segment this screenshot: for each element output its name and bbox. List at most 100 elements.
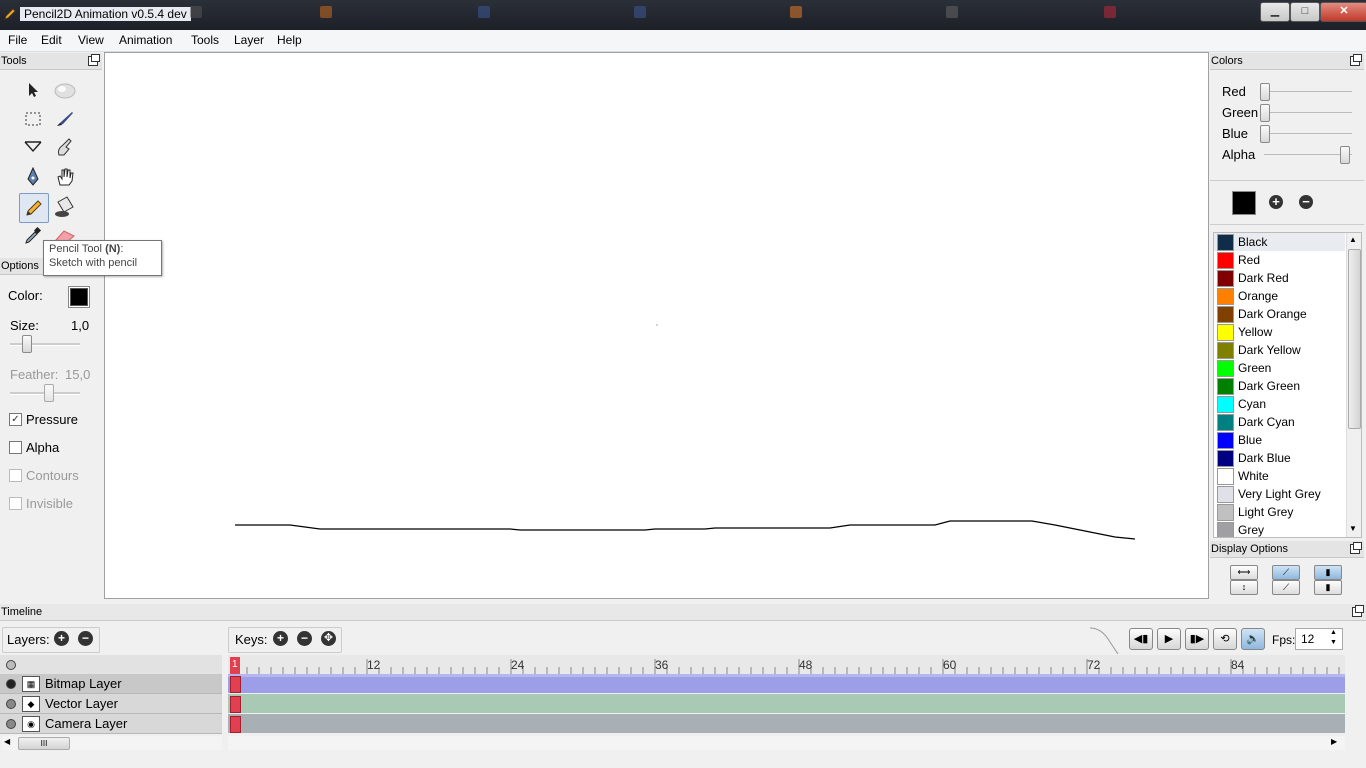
green-slider[interactable]: Green — [1222, 104, 1352, 122]
slider-track[interactable] — [1264, 133, 1352, 134]
current-color-swatch[interactable] — [1232, 191, 1256, 215]
polyline-tool-button[interactable] — [20, 134, 46, 160]
palette-item[interactable]: Black — [1214, 233, 1345, 251]
layer-row[interactable]: ◉ Camera Layer — [0, 714, 222, 734]
palette-item[interactable]: Dark Red — [1214, 269, 1345, 287]
option-alpha[interactable]: Alpha — [8, 440, 102, 456]
hand-tool-button[interactable] — [52, 164, 78, 190]
palette-item[interactable]: Cyan — [1214, 395, 1345, 413]
maximize-button[interactable]: □ — [1290, 2, 1320, 22]
scroll-up-arrow-icon[interactable]: ▲ — [1349, 235, 1357, 244]
palette-item[interactable]: Dark Cyan — [1214, 413, 1345, 431]
undock-icon[interactable] — [1350, 542, 1362, 554]
close-button[interactable]: ✕ — [1320, 2, 1366, 22]
scroll-right-arrow-icon[interactable]: ▶ — [1331, 737, 1337, 746]
layer-track[interactable] — [228, 694, 1345, 713]
checkbox-box[interactable] — [9, 441, 22, 454]
undock-icon[interactable] — [88, 54, 100, 66]
next-frame-button[interactable]: ▮▶ — [1185, 628, 1209, 650]
layer-visibility-icon[interactable] — [6, 699, 16, 709]
visibility-all-icon[interactable] — [6, 660, 16, 670]
layer-row[interactable]: ▦ Bitmap Layer — [0, 674, 222, 694]
brush-tool-button[interactable] — [52, 106, 78, 132]
spin-up-arrow-icon[interactable]: ▲ — [1330, 629, 1337, 636]
palette-item[interactable]: Yellow — [1214, 323, 1345, 341]
layer-visibility-icon[interactable] — [6, 719, 16, 729]
palette-item[interactable]: Dark Green — [1214, 377, 1345, 395]
duplicate-key-button[interactable]: ✥ — [321, 631, 336, 646]
marquee-tool-button[interactable] — [20, 106, 46, 132]
menu-animation[interactable]: Animation — [119, 33, 172, 47]
remove-color-button[interactable]: − — [1299, 195, 1313, 209]
menu-file[interactable]: File — [8, 33, 27, 47]
keyframe[interactable] — [230, 676, 241, 693]
onion-next-button[interactable]: ▮ — [1314, 580, 1342, 595]
palette-item[interactable]: Dark Orange — [1214, 305, 1345, 323]
remove-key-button[interactable]: − — [297, 631, 312, 646]
undock-icon[interactable] — [1352, 605, 1364, 617]
palette-item[interactable]: Light Grey — [1214, 503, 1345, 521]
option-pressure[interactable]: ✓ Pressure — [8, 412, 102, 428]
scroll-left-arrow-icon[interactable]: ◀ — [4, 737, 10, 746]
palette-item[interactable]: Dark Yellow — [1214, 341, 1345, 359]
outlines-button[interactable]: ⟋ — [1272, 565, 1300, 580]
add-key-button[interactable]: + — [273, 631, 288, 646]
select-tool-button[interactable] — [20, 77, 46, 103]
menu-edit[interactable]: Edit — [41, 33, 62, 47]
palette-item[interactable]: Blue — [1214, 431, 1345, 449]
drawing-canvas[interactable] — [104, 52, 1209, 599]
smudge-tool-button[interactable] — [52, 77, 78, 103]
play-button[interactable]: ▶ — [1157, 628, 1181, 650]
previous-frame-button[interactable]: ◀▮ — [1129, 628, 1153, 650]
spin-down-arrow-icon[interactable]: ▼ — [1330, 639, 1337, 646]
sound-toggle-button[interactable]: 🔈 — [1241, 628, 1265, 650]
alpha-slider[interactable]: Alpha — [1222, 146, 1352, 164]
red-slider[interactable]: Red — [1222, 83, 1352, 101]
add-layer-button[interactable]: + — [54, 631, 69, 646]
menu-layer[interactable]: Layer — [234, 33, 264, 47]
slider-thumb[interactable] — [1260, 104, 1270, 122]
palette-item[interactable]: Dark Blue — [1214, 449, 1345, 467]
layers-scroll-thumb[interactable]: III — [18, 737, 70, 750]
slider-thumb[interactable] — [1260, 83, 1270, 101]
frames-horizontal-scrollbar[interactable]: ▶ — [228, 736, 1345, 750]
palette-scroll-thumb[interactable] — [1348, 249, 1361, 429]
slider-thumb[interactable] — [1340, 146, 1350, 164]
smudge-finger-tool-button[interactable] — [52, 134, 78, 160]
keyframe[interactable] — [230, 696, 241, 713]
scroll-down-arrow-icon[interactable]: ▼ — [1349, 524, 1357, 533]
size-slider-thumb[interactable] — [22, 335, 33, 353]
size-slider-track[interactable] — [10, 343, 80, 346]
layer-track[interactable] — [228, 674, 1345, 693]
undock-icon[interactable] — [1350, 54, 1362, 66]
menu-help[interactable]: Help — [277, 33, 302, 47]
slider-track[interactable] — [1264, 91, 1352, 92]
vertical-flip-button[interactable]: ↕ — [1230, 580, 1258, 595]
slider-thumb[interactable] — [1260, 125, 1270, 143]
layer-row[interactable]: ◆ Vector Layer — [0, 694, 222, 714]
layer-track[interactable] — [228, 714, 1345, 733]
checkbox-box[interactable]: ✓ — [9, 413, 22, 426]
palette-item[interactable]: Grey — [1214, 521, 1345, 537]
palette-item[interactable]: Orange — [1214, 287, 1345, 305]
keyframe[interactable] — [230, 716, 241, 733]
timeline-vertical-scrollbar[interactable] — [1345, 655, 1361, 735]
palette-item[interactable]: Green — [1214, 359, 1345, 377]
remove-layer-button[interactable]: − — [78, 631, 93, 646]
thin-lines-button[interactable]: ⟋ — [1272, 580, 1300, 595]
palette-item[interactable]: Red — [1214, 251, 1345, 269]
pen-tool-button[interactable] — [20, 164, 46, 190]
palette-item[interactable]: Very Light Grey — [1214, 485, 1345, 503]
slider-track[interactable] — [1264, 154, 1352, 155]
menu-tools[interactable]: Tools — [191, 33, 219, 47]
horizontal-flip-button[interactable]: ⟷ — [1230, 565, 1258, 580]
layer-visibility-icon[interactable] — [6, 679, 16, 689]
add-color-button[interactable]: + — [1269, 195, 1283, 209]
blue-slider[interactable]: Blue — [1222, 125, 1352, 143]
palette-scrollbar[interactable]: ▲ ▼ — [1346, 233, 1361, 537]
loop-button[interactable]: ⟲ — [1213, 628, 1237, 650]
menu-view[interactable]: View — [78, 33, 104, 47]
onion-prev-button[interactable]: ▮ — [1314, 565, 1342, 580]
minimize-button[interactable]: ▁ — [1260, 2, 1290, 22]
pencil-tool-button[interactable] — [19, 193, 49, 223]
